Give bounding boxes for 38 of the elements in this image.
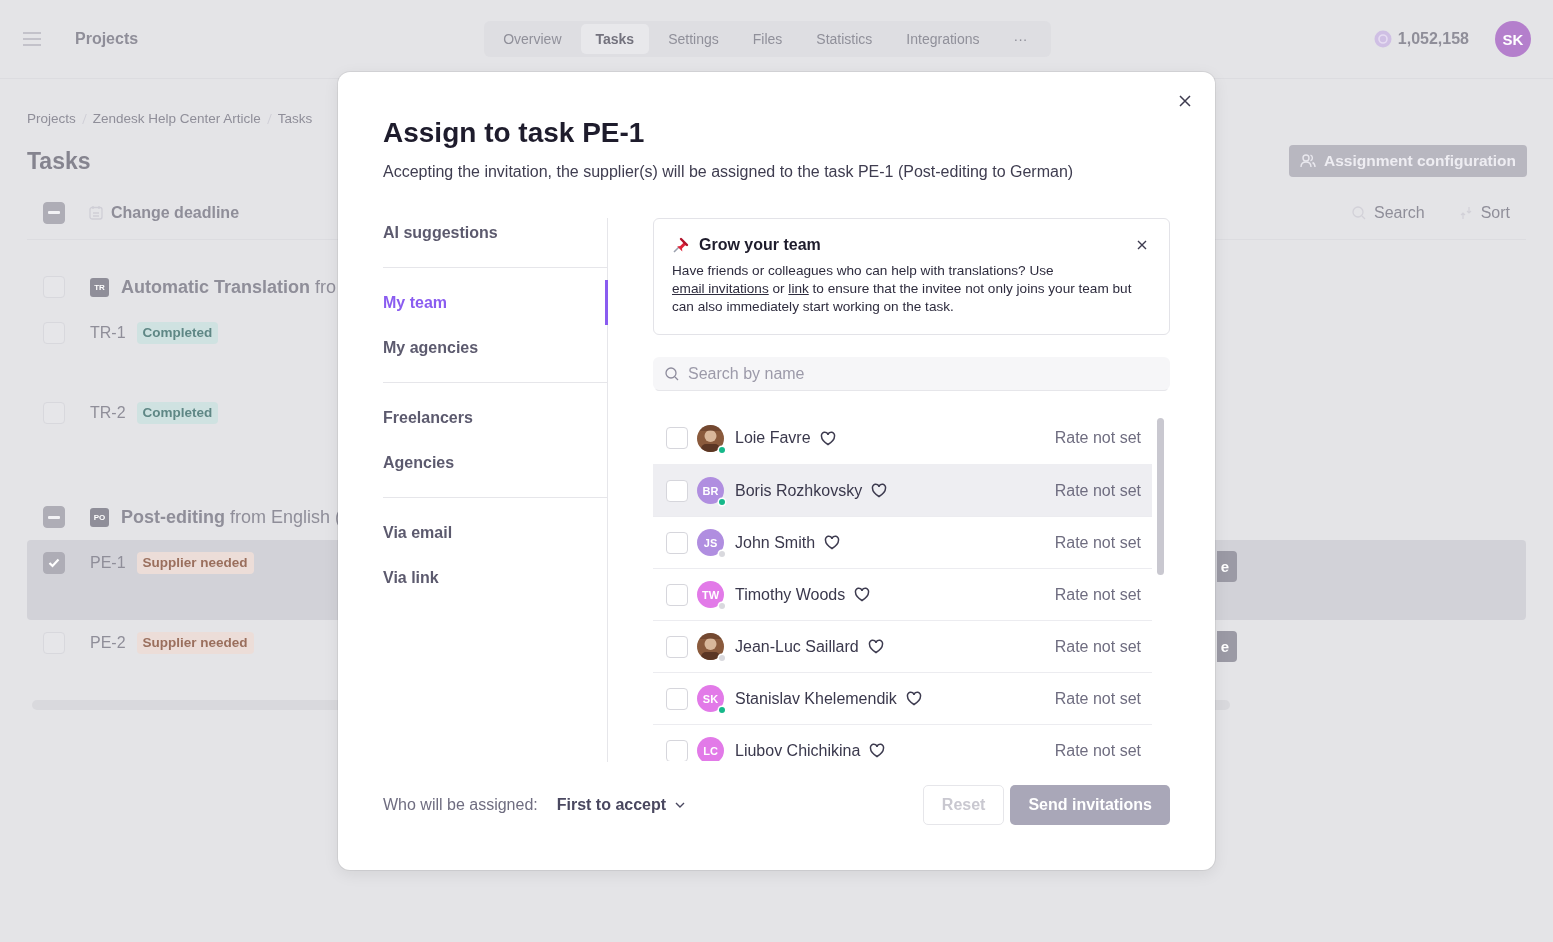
- avatar: SK: [697, 685, 724, 712]
- app-title: Projects: [75, 30, 139, 48]
- rate-text: Rate not set: [1054, 533, 1141, 552]
- avatar: LC: [697, 737, 724, 761]
- rate-text: Rate not set: [1054, 429, 1141, 447]
- avatar: JS: [697, 529, 724, 556]
- banner-text: Have friends or colleagues who can help with translations? Use email invitations or link to ensure that the invitee not only joins your team but can also immediately start working on the task.: [672, 262, 1133, 316]
- rate-text: Rate not set: [1054, 741, 1141, 760]
- type-badge: TR: [90, 277, 109, 297]
- person-name: Boris Rozhkovsky: [735, 481, 863, 500]
- person-name: Loie Favre: [735, 429, 811, 447]
- rate-text: Rate not set: [1054, 689, 1141, 708]
- status-badge: Supplier needed: [136, 632, 254, 654]
- type-badge: PO: [90, 507, 109, 527]
- assignment-label: Who will be assigned:: [383, 796, 538, 814]
- rate-text: Rate not set: [1054, 637, 1141, 656]
- person-name: Timothy Woods: [735, 585, 846, 604]
- banner-title: Grow your team: [699, 236, 821, 254]
- rate-text: Rate not set: [1054, 585, 1141, 604]
- person-name: Liubov Chichikina: [735, 741, 861, 760]
- page-title: Tasks: [27, 147, 91, 175]
- task-id: PE-2: [90, 633, 126, 653]
- status-badge: Completed: [136, 322, 219, 344]
- person-name: Jean-Luc Saillard: [735, 637, 859, 656]
- status-badge: Supplier needed: [136, 552, 254, 574]
- avatar: BR: [697, 477, 724, 504]
- task-id: TR-2: [90, 403, 126, 423]
- task-id: TR-1: [90, 323, 126, 343]
- group-title: Automatic Translation fro: [121, 276, 337, 298]
- person-name: John Smith: [735, 533, 816, 552]
- person-name: Stanislav Khelemendik: [735, 689, 897, 708]
- dialog-subtitle: Accepting the invitation, the supplier(s) will be assigned to the task PE-1 (Post-editing to German): [383, 162, 1075, 182]
- balance: 1,052,158: [1397, 30, 1469, 48]
- avatar: TW: [697, 581, 724, 608]
- rate-text: Rate not set: [1054, 481, 1141, 500]
- status-badge: Completed: [136, 402, 219, 424]
- task-id: PE-1: [90, 553, 126, 573]
- dialog-title: Assign to task PE-1: [383, 116, 646, 150]
